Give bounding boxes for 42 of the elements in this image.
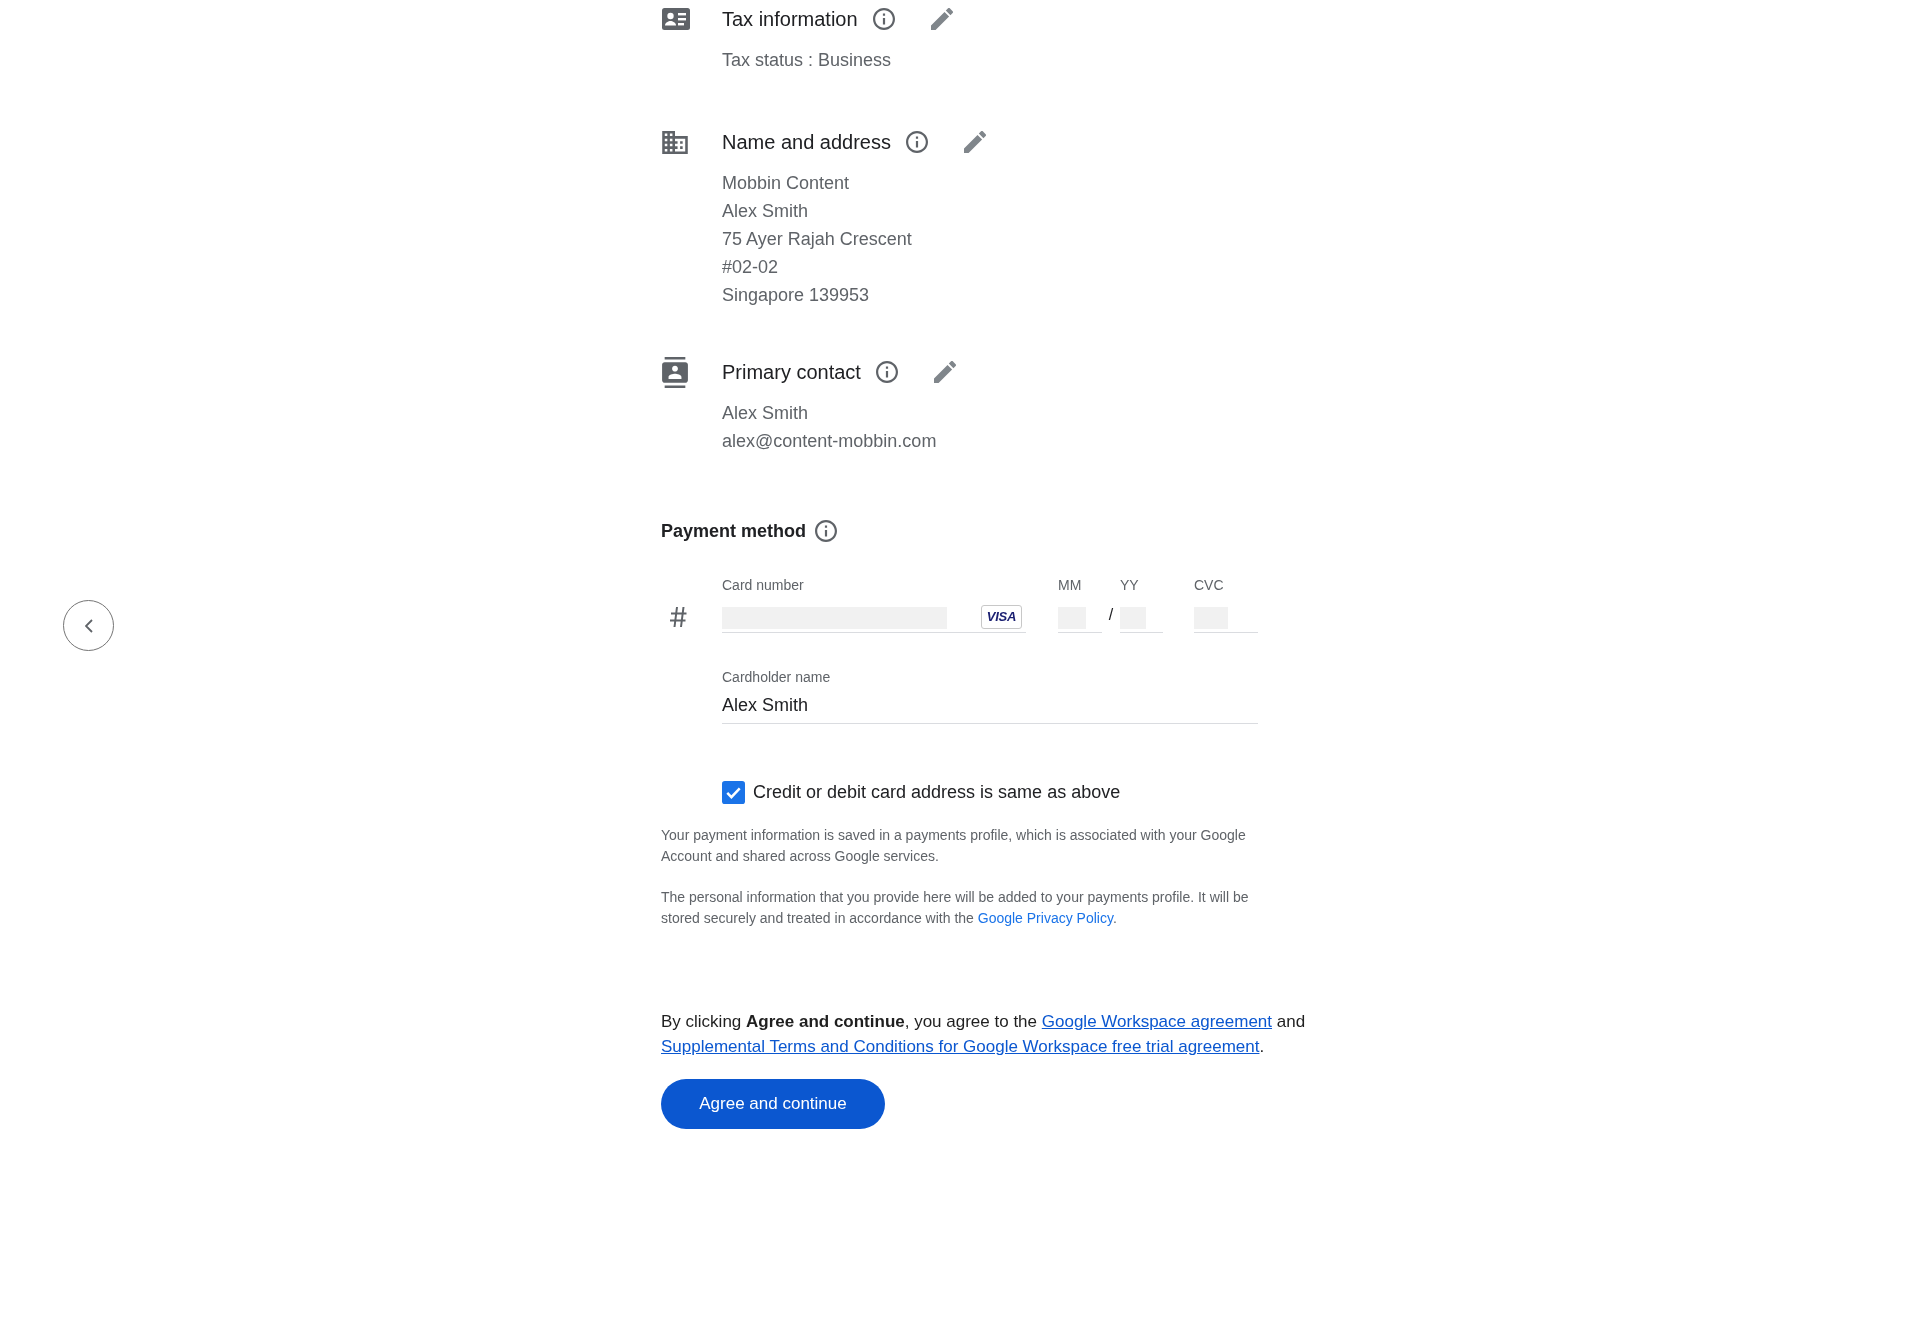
contact-line: Alex Smith [722,402,809,425]
tax-status-text: Tax status : Business [722,49,892,72]
back-button[interactable] [63,600,114,651]
agree-button[interactable]: Agree and continue [661,1079,885,1129]
text-link[interactable]: Supplemental Terms and Conditions for Google Workspace free trial agreement [661,1037,1260,1056]
building-icon [662,130,688,154]
field-label: YY [1120,576,1139,594]
field-label: Cardholder name [722,669,831,685]
contact-card-icon [662,356,688,388]
address-line: Alex Smith [722,200,809,223]
info-paragraph: The personal information that you provide here will be added to your payments profile. It will be stored securely and treated in accordance with the Google Privacy Policy. [661,888,1250,928]
agreement-text: By clicking Agree and continue, you agree to the Google Workspace agreement and Supplemental Terms and Conditions for Google Workspace free trial agreement. [661,1011,1307,1058]
checkbox[interactable] [722,780,745,804]
address-line: #02-02 [722,256,779,279]
section-title: Name and address [722,130,891,155]
field-label: Card number [722,576,804,594]
info-icon[interactable] [906,131,928,153]
card-logo: VISA [980,604,1022,629]
field-label: CVC [1194,576,1224,594]
hash-icon [669,606,687,628]
pencil-icon[interactable] [933,361,956,383]
chevron-left-icon [84,618,93,633]
section-title: Tax information [722,7,858,32]
checkbox-label: Credit or debit card address is same as above [753,781,1121,803]
info-icon[interactable] [815,520,838,542]
section-heading: Payment method [661,520,807,543]
text-link[interactable]: Google Workspace agreement [1041,1012,1273,1031]
address-line: 75 Ayer Rajah Crescent [722,228,912,251]
pencil-icon[interactable] [964,131,986,153]
pencil-icon[interactable] [930,8,953,30]
date-separator: / [1108,605,1114,625]
text-link[interactable]: Google Privacy Policy [977,910,1113,926]
contact-line: alex@content-mobbin.com [722,430,937,453]
address-line: Singapore 139953 [722,284,870,307]
cardholder-name-field[interactable]: Alex Smith [722,686,1258,724]
info-icon[interactable] [872,8,895,30]
field-label: MM [1058,576,1082,594]
info-icon[interactable] [875,361,898,383]
id-card-icon [662,8,690,30]
section-title: Primary contact [722,360,861,385]
address-line: Mobbin Content [722,172,850,195]
info-paragraph: Your payment information is saved in a payments profile, which is associated with your Google Account and shared across Google services. [661,826,1247,866]
